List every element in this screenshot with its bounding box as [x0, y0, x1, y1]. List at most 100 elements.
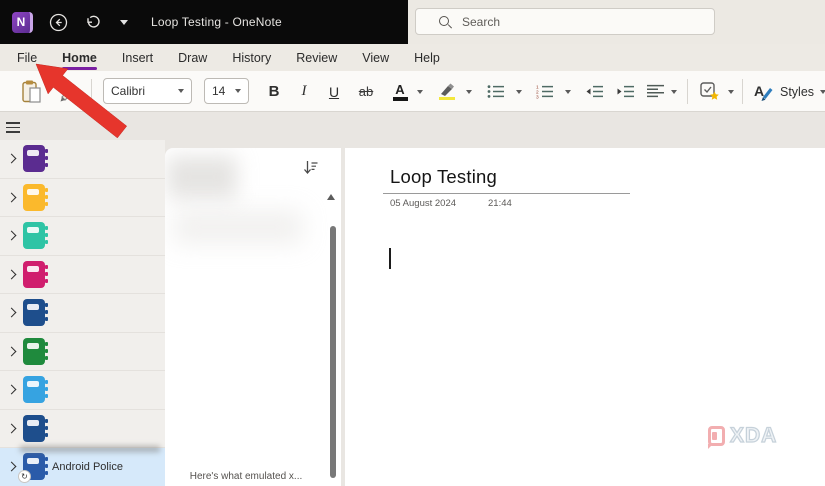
chevron-down-icon: [178, 89, 184, 93]
chevron-expand-icon[interactable]: [6, 192, 17, 203]
xda-watermark: XDA: [708, 423, 777, 449]
menu-tab-home[interactable]: Home: [62, 47, 97, 70]
notebook-item[interactable]: [0, 217, 165, 256]
onenote-app-icon: N: [12, 11, 33, 33]
title-bar-right: [408, 0, 825, 44]
chevron-expand-icon[interactable]: [6, 307, 17, 318]
search-icon: [438, 15, 452, 29]
scrollbar-thumb[interactable]: [330, 226, 336, 478]
sync-icon: ↻: [18, 470, 31, 484]
chevron-expand-icon[interactable]: [6, 423, 17, 434]
notebook-icon: [23, 183, 48, 211]
chevron-expand-icon[interactable]: [6, 384, 17, 395]
blurred-text-smudge: [20, 446, 160, 452]
bullet-list-button[interactable]: [482, 77, 510, 106]
bold-button[interactable]: B: [260, 77, 288, 106]
styles-icon: A: [754, 83, 773, 101]
paste-button[interactable]: [14, 77, 50, 106]
ribbon-divider: [742, 79, 743, 104]
notebook-icon: [23, 260, 48, 288]
font-family-select[interactable]: Calibri: [103, 78, 192, 104]
undo-button[interactable]: [79, 9, 105, 35]
todo-tag-icon: [700, 82, 719, 100]
page-list-panel: Here's what emulated x...: [165, 148, 341, 486]
scrollbar-up-arrow[interactable]: [327, 194, 335, 200]
menu-tab-file[interactable]: File: [17, 47, 37, 69]
tag-button[interactable]: [696, 77, 724, 106]
menu-tab-insert[interactable]: Insert: [122, 47, 153, 69]
back-button[interactable]: [45, 9, 71, 35]
title-bar: N Loop Testing - OneNote: [0, 0, 825, 44]
chevron-expand-icon[interactable]: [6, 346, 17, 357]
chevron-expand-icon[interactable]: [6, 461, 17, 472]
notebook-item[interactable]: [0, 140, 165, 179]
hamburger-menu-icon[interactable]: [6, 122, 20, 133]
highlight-dropdown[interactable]: [461, 77, 477, 106]
notebook-label: Android Police: [52, 460, 123, 473]
font-color-dropdown[interactable]: [412, 77, 428, 106]
svg-text:3: 3: [536, 94, 539, 99]
chevron-expand-icon[interactable]: [6, 230, 17, 241]
numbered-list-dropdown[interactable]: [560, 77, 576, 106]
page-list-item[interactable]: Here's what emulated x...: [165, 471, 327, 482]
font-family-value: Calibri: [111, 84, 146, 98]
undo-icon: [86, 15, 100, 28]
alignment-button[interactable]: [641, 77, 669, 106]
notebook-item[interactable]: [0, 294, 165, 333]
notebook-icon: [23, 337, 48, 365]
format-painter-button[interactable]: [54, 77, 84, 106]
ribbon-divider: [687, 79, 688, 104]
menu-tab-help[interactable]: Help: [414, 47, 440, 69]
bullet-list-icon: [487, 85, 504, 98]
back-arrow-icon: [49, 13, 67, 31]
styles-button[interactable]: A Styles: [754, 77, 825, 106]
alignment-dropdown[interactable]: [666, 77, 682, 106]
menu-bar: File Home Insert Draw History Review View Help: [0, 44, 825, 71]
customize-toolbar-chevron[interactable]: [111, 9, 137, 35]
font-color-button[interactable]: A: [387, 77, 413, 106]
search-box[interactable]: [415, 8, 715, 35]
menu-tab-view[interactable]: View: [362, 47, 389, 69]
notebook-icon: [23, 222, 48, 250]
decrease-indent-button[interactable]: [580, 77, 608, 106]
notebook-icon: ↻: [18, 453, 48, 484]
underline-button[interactable]: U: [321, 77, 347, 106]
highlight-button[interactable]: [433, 77, 461, 106]
paste-clipboard-icon: [22, 80, 41, 103]
page-title[interactable]: Loop Testing: [390, 166, 497, 188]
chevron-down-icon: [671, 89, 677, 94]
italic-button[interactable]: I: [292, 77, 316, 106]
font-size-select[interactable]: 14: [204, 78, 249, 104]
chevron-expand-icon[interactable]: [6, 153, 17, 164]
notebook-item[interactable]: [0, 333, 165, 371]
menu-tab-history[interactable]: History: [232, 47, 271, 69]
notebook-icon: [23, 145, 48, 173]
search-input[interactable]: [462, 14, 682, 29]
strikethrough-button[interactable]: ab: [351, 77, 381, 106]
notebook-item[interactable]: [0, 410, 165, 448]
menu-tab-draw[interactable]: Draw: [178, 47, 207, 69]
notebook-item[interactable]: [0, 371, 165, 410]
page-time: 21:44: [488, 198, 512, 209]
chevron-down-icon: [516, 89, 522, 94]
notebook-item[interactable]: ↻ Android Police: [0, 448, 165, 486]
chevron-expand-icon[interactable]: [6, 269, 17, 280]
tag-dropdown[interactable]: [723, 77, 739, 106]
font-size-value: 14: [212, 84, 226, 98]
notebook-item[interactable]: [0, 256, 165, 294]
increase-indent-button[interactable]: [611, 77, 639, 106]
window-title: Loop Testing - OneNote: [151, 15, 282, 29]
notebook-icon: [23, 376, 48, 404]
font-color-icon: A: [392, 83, 408, 101]
bullet-list-dropdown[interactable]: [511, 77, 527, 106]
numbered-list-button[interactable]: 1 2 3: [531, 77, 559, 106]
title-bar-left: N Loop Testing - OneNote: [0, 0, 408, 44]
sort-pages-icon[interactable]: [303, 160, 319, 176]
content-area: ↻ Android Police Here's what emulated x..…: [0, 112, 825, 486]
note-canvas[interactable]: Loop Testing 05 August 2024 21:44 XDA: [345, 148, 825, 486]
chevron-down-icon: [820, 89, 825, 94]
menu-tab-review[interactable]: Review: [296, 47, 337, 69]
notebooks-sidebar: ↻ Android Police: [0, 140, 165, 486]
notebook-item[interactable]: [0, 179, 165, 217]
chevron-down-icon: [728, 89, 734, 94]
